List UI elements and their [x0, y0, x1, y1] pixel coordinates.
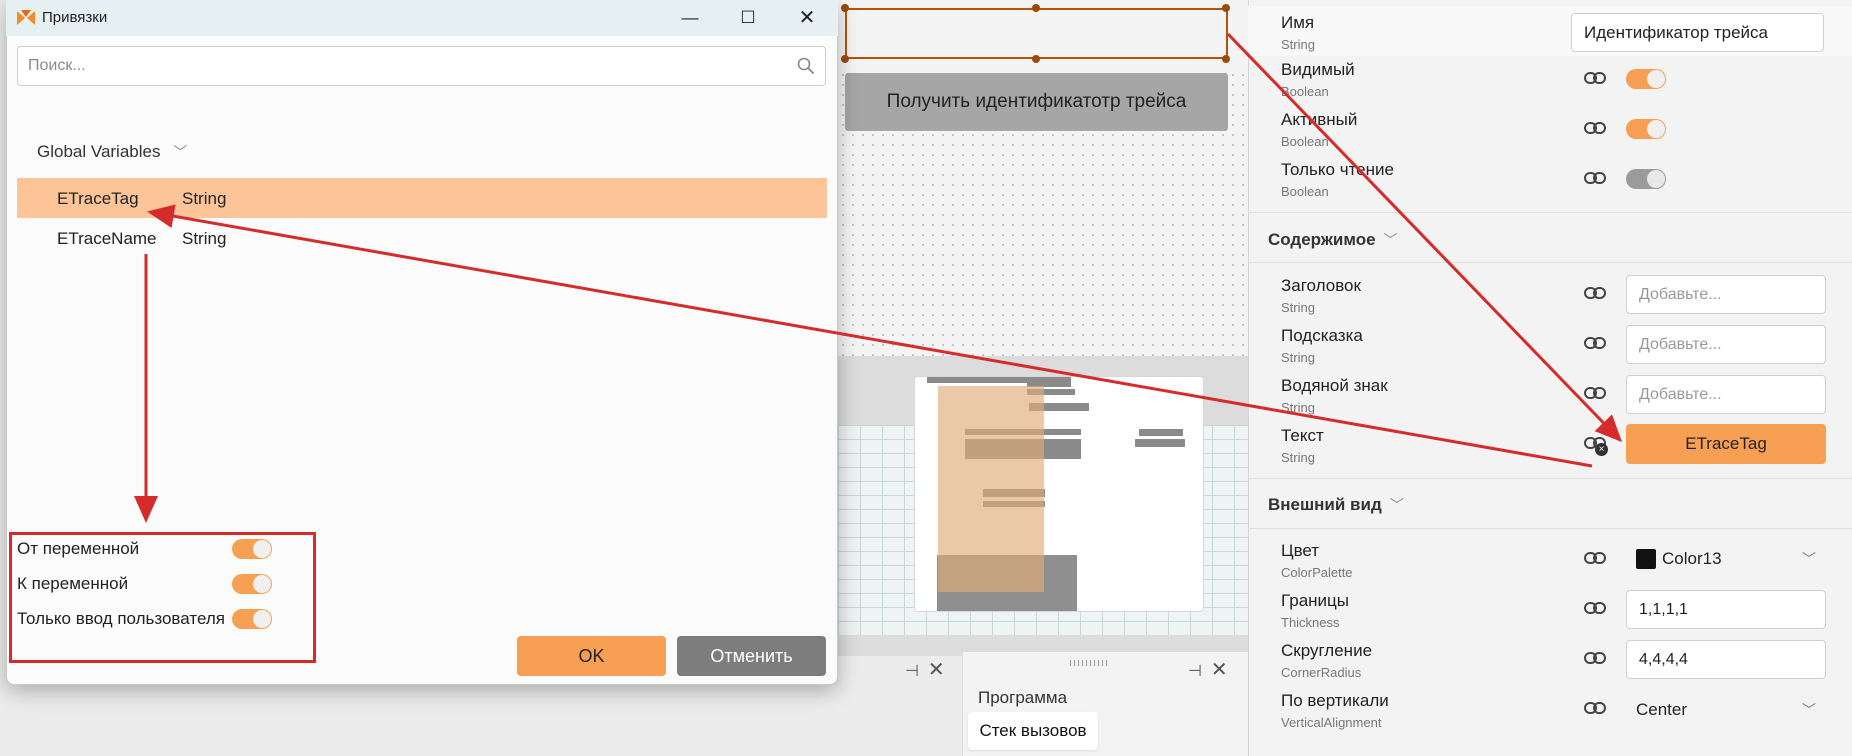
- close-icon[interactable]: ✕: [928, 659, 945, 681]
- link-icon[interactable]: [1584, 336, 1606, 350]
- property-type: String: [1281, 450, 1315, 465]
- header-field[interactable]: Добавьте...: [1626, 275, 1826, 314]
- link-icon[interactable]: [1584, 551, 1606, 565]
- property-name: Заголовок: [1281, 276, 1361, 295]
- resize-handle[interactable]: [1032, 55, 1040, 63]
- property-type: String: [1281, 300, 1315, 315]
- property-type: Boolean: [1281, 184, 1329, 199]
- group-label: Global Variables: [37, 142, 161, 161]
- global-variables-group[interactable]: Global Variables ﹀: [37, 142, 187, 162]
- chevron-down-icon: ﹀: [173, 144, 188, 160]
- vertical-alignment-dropdown[interactable]: Center ﹀: [1626, 690, 1826, 730]
- dialog-title: Привязки: [42, 9, 108, 26]
- maximize-button[interactable]: ☐: [728, 4, 768, 32]
- minimap-viewport[interactable]: [938, 386, 1044, 592]
- visible-toggle[interactable]: [1626, 69, 1666, 89]
- property-type: String: [1281, 37, 1315, 52]
- divider: [1248, 212, 1852, 213]
- search-box[interactable]: [17, 46, 826, 86]
- link-icon[interactable]: [1584, 171, 1606, 185]
- property-name: По вертикали: [1281, 691, 1389, 710]
- property-name: Границы: [1281, 591, 1349, 610]
- right-panel-controls: ⊣ ✕: [1188, 657, 1228, 682]
- close-icon[interactable]: ✕: [1211, 659, 1228, 681]
- ok-button[interactable]: OK: [517, 636, 666, 676]
- section-title: Внешний вид: [1268, 495, 1382, 514]
- tab-program[interactable]: Программа: [978, 688, 1067, 708]
- link-icon[interactable]: [1584, 71, 1606, 85]
- resize-handle[interactable]: [841, 4, 849, 12]
- pin-icon[interactable]: ⊣: [1188, 663, 1202, 680]
- selected-textbox-element[interactable]: [845, 8, 1228, 59]
- property-name: Только чтение: [1281, 160, 1394, 179]
- property-type: ColorPalette: [1281, 565, 1353, 580]
- border-thickness-field[interactable]: 1,1,1,1: [1626, 590, 1826, 629]
- variable-type: String: [182, 189, 227, 208]
- property-type: Boolean: [1281, 134, 1329, 149]
- annotation-highlight-box: [9, 532, 316, 663]
- app-logo-icon: [17, 10, 35, 25]
- property-type: CornerRadius: [1281, 665, 1362, 680]
- pin-icon[interactable]: ⊣: [905, 663, 919, 680]
- link-icon[interactable]: [1584, 121, 1606, 135]
- section-appearance-header[interactable]: Внешний вид ﹀: [1268, 495, 1404, 515]
- text-binding-value[interactable]: ETraceTag: [1626, 424, 1826, 464]
- color-swatch: [1636, 549, 1656, 569]
- chevron-down-icon: ﹀: [1389, 497, 1404, 513]
- property-type: Thickness: [1281, 615, 1340, 630]
- property-name: Подсказка: [1281, 326, 1363, 345]
- resize-handle[interactable]: [1222, 4, 1230, 12]
- resize-handle[interactable]: [1032, 4, 1040, 12]
- variable-type: String: [182, 229, 227, 248]
- chevron-down-icon: ﹀: [1802, 551, 1816, 567]
- property-name: Скругление: [1281, 641, 1373, 660]
- divider: [1248, 478, 1852, 479]
- search-icon[interactable]: [797, 57, 815, 75]
- property-name: Видимый: [1281, 60, 1355, 79]
- variable-name: ETraceTag: [57, 189, 139, 208]
- property-name: Активный: [1281, 110, 1358, 129]
- left-panel-controls: ⊣ ✕: [905, 657, 945, 682]
- property-name: Имя: [1281, 13, 1315, 32]
- cancel-button[interactable]: Отменить: [677, 636, 826, 676]
- chevron-down-icon: ﹀: [1383, 232, 1398, 248]
- property-name: Текст: [1281, 426, 1324, 445]
- get-trace-id-button[interactable]: Получить идентификатотр трейса: [845, 73, 1228, 131]
- valign-value: Center: [1636, 700, 1688, 719]
- section-title: Содержимое: [1268, 230, 1376, 249]
- resize-handle[interactable]: [841, 55, 849, 63]
- link-icon[interactable]: [1584, 386, 1606, 400]
- link-icon[interactable]: [1584, 601, 1606, 615]
- chevron-down-icon: ﹀: [1802, 702, 1816, 718]
- divider: [1248, 262, 1852, 263]
- section-content-header[interactable]: Содержимое ﹀: [1268, 230, 1398, 250]
- tab-call-stack[interactable]: Стек вызовов: [968, 712, 1098, 750]
- minimize-button[interactable]: —: [670, 4, 710, 32]
- color-dropdown[interactable]: Color13 ﹀: [1626, 539, 1826, 579]
- divider: [1248, 528, 1852, 529]
- property-type: String: [1281, 400, 1315, 415]
- link-icon[interactable]: [1584, 701, 1606, 715]
- remove-binding-icon[interactable]: ×: [1595, 443, 1608, 456]
- close-button[interactable]: ✕: [787, 4, 827, 32]
- hint-field[interactable]: Добавьте...: [1626, 325, 1826, 364]
- resize-handle[interactable]: [1222, 55, 1230, 63]
- readonly-toggle[interactable]: [1626, 169, 1666, 189]
- variable-name[interactable]: ETraceName: [57, 229, 157, 249]
- search-input[interactable]: [28, 47, 788, 85]
- property-name: Цвет: [1281, 541, 1320, 560]
- active-toggle[interactable]: [1626, 119, 1666, 139]
- property-name: Водяной знак: [1281, 376, 1388, 395]
- dialog-titlebar[interactable]: [6, 0, 838, 36]
- property-type: Boolean: [1281, 84, 1329, 99]
- link-icon[interactable]: [1584, 651, 1606, 665]
- corner-radius-field[interactable]: 4,4,4,4: [1626, 640, 1826, 679]
- property-type: String: [1281, 350, 1315, 365]
- color-value: Color13: [1662, 549, 1722, 568]
- property-type: VerticalAlignment: [1281, 715, 1382, 730]
- name-value-field[interactable]: Идентификатор трейса: [1571, 13, 1824, 52]
- watermark-field[interactable]: Добавьте...: [1626, 375, 1826, 414]
- link-icon[interactable]: [1584, 286, 1606, 300]
- panel-drag-grip[interactable]: [1070, 660, 1110, 666]
